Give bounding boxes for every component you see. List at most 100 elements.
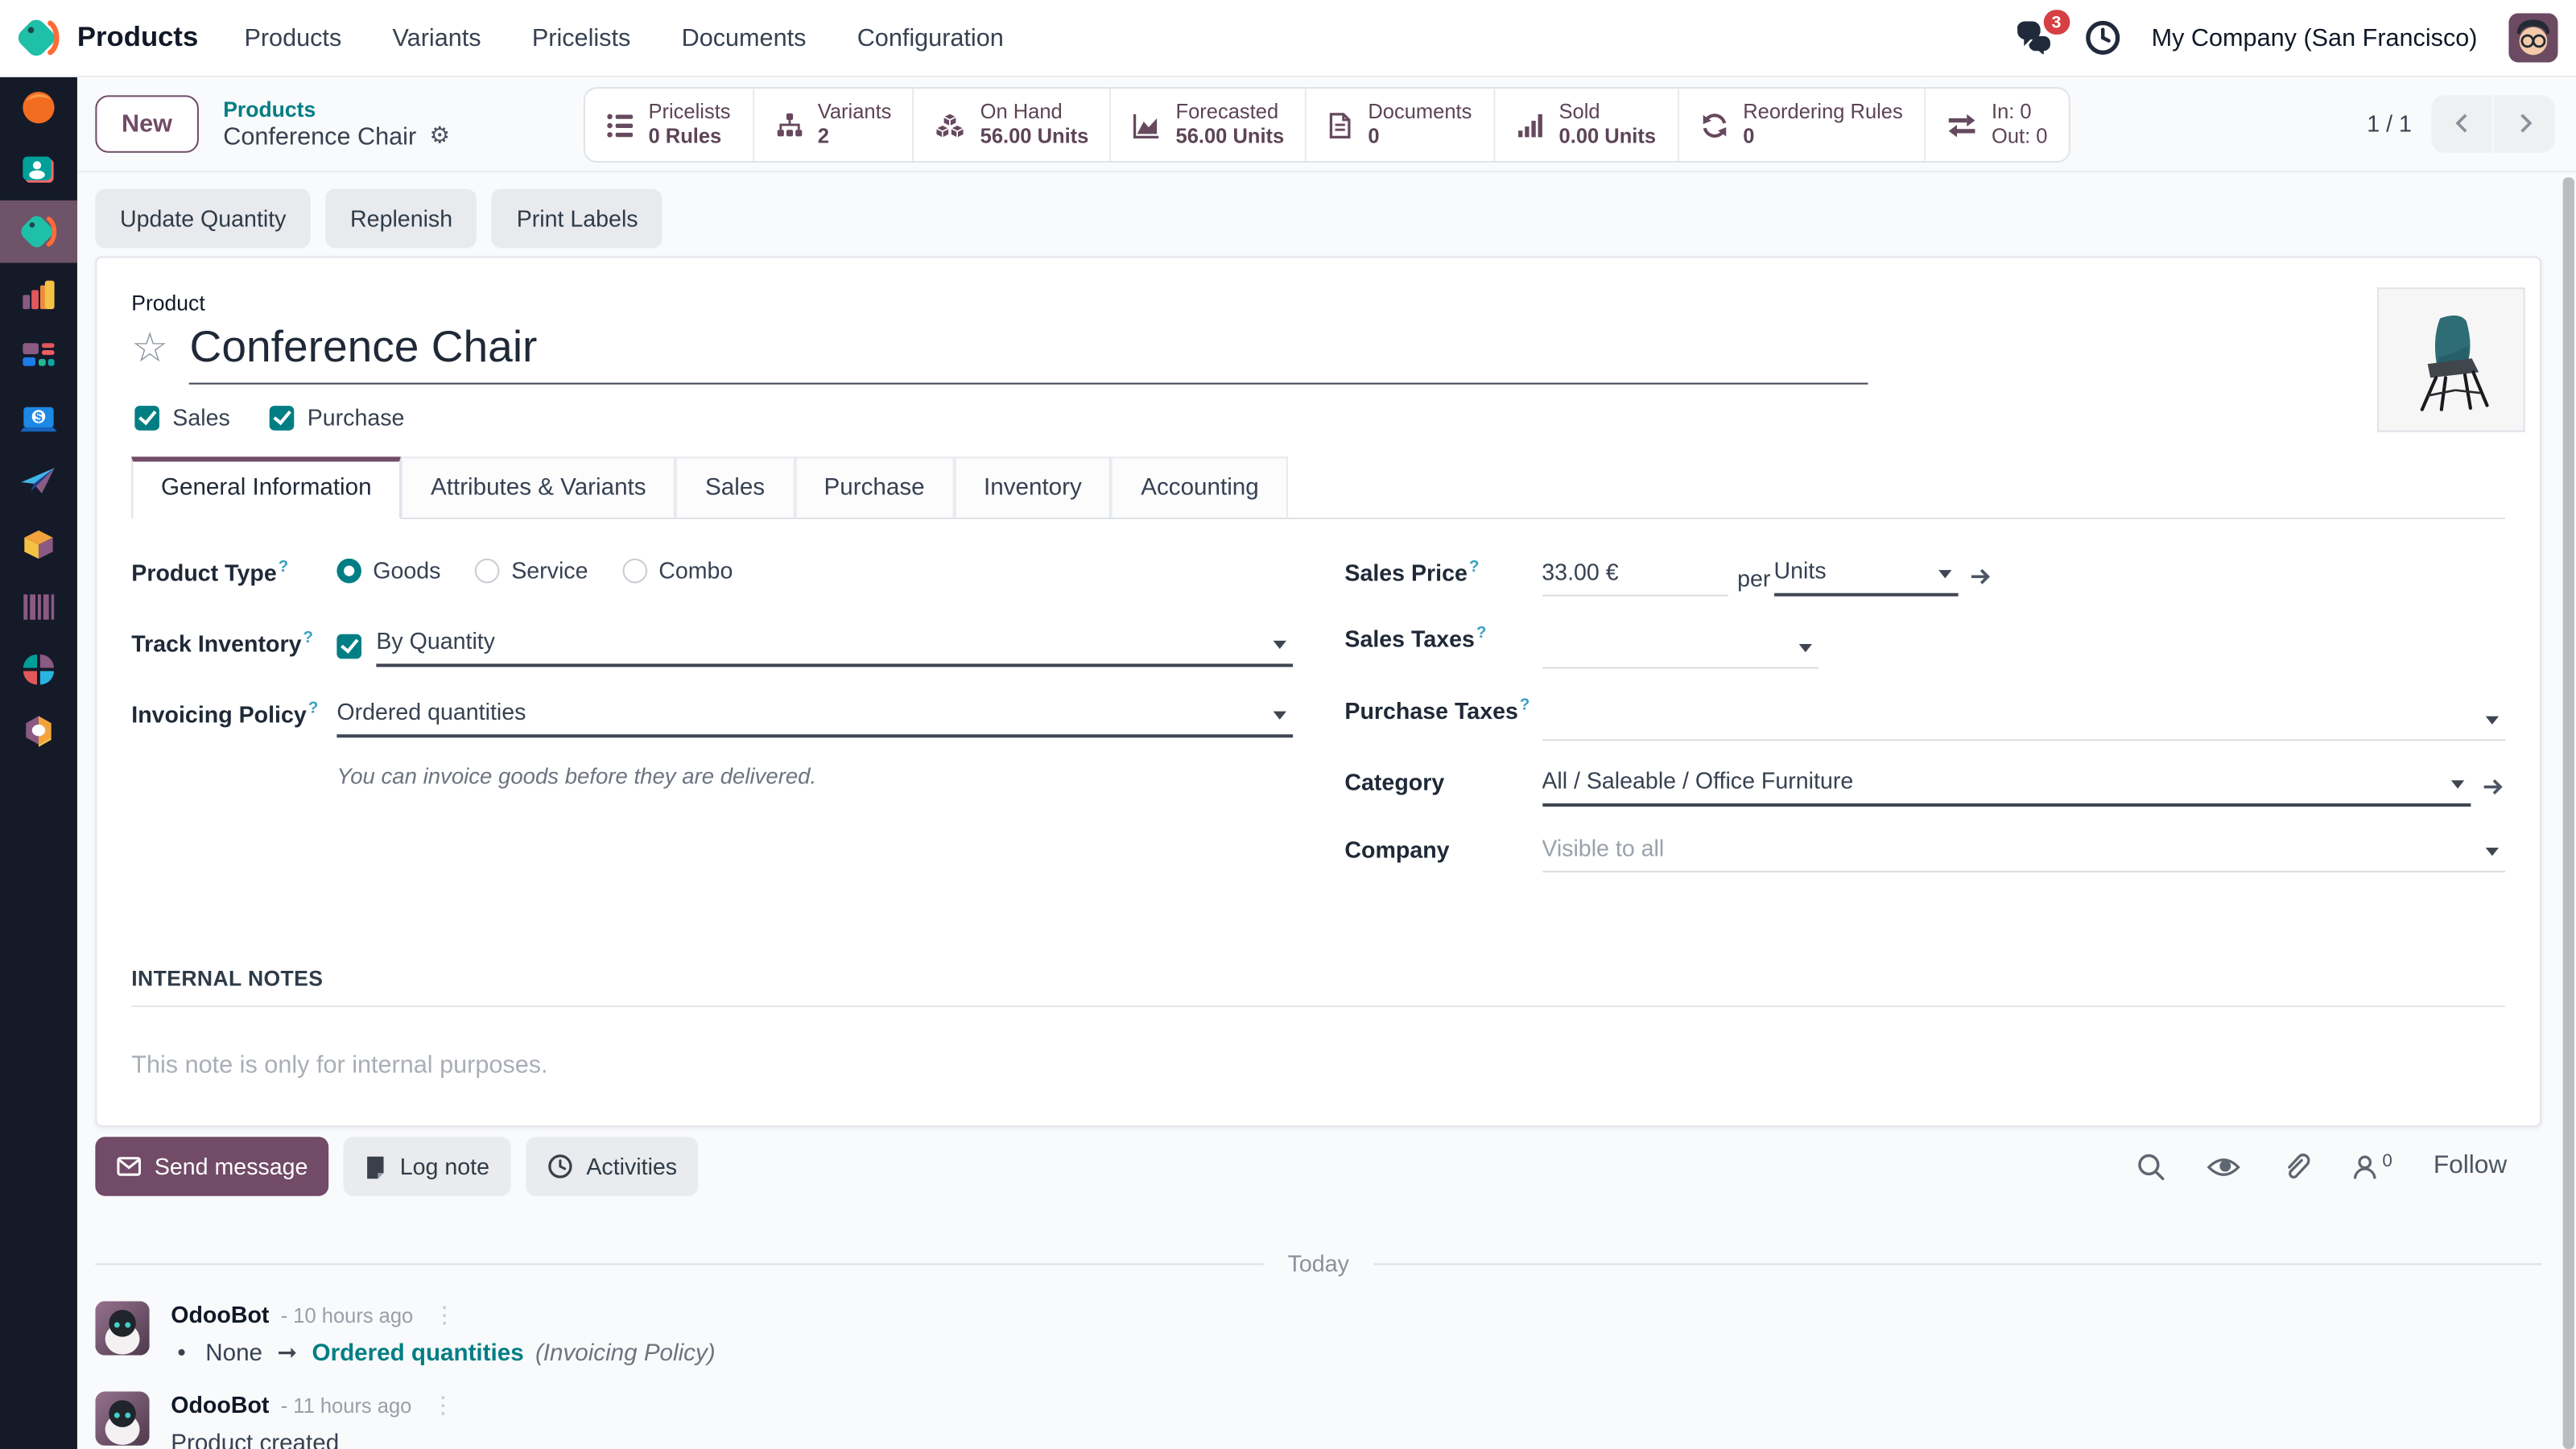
- track-inventory-select[interactable]: By Quantity: [376, 625, 1292, 667]
- pager-next-button[interactable]: [2494, 94, 2555, 151]
- attachments-button[interactable]: [2282, 1152, 2310, 1182]
- purchase-toggle[interactable]: Purchase: [270, 404, 405, 431]
- send-message-button[interactable]: Send message: [95, 1137, 329, 1195]
- tracking-old-value: None: [205, 1340, 262, 1367]
- sales-checkbox[interactable]: [134, 405, 159, 430]
- purchase-taxes-select[interactable]: [1542, 693, 2505, 741]
- sales-toggle[interactable]: Sales: [134, 404, 229, 431]
- product-image[interactable]: [2377, 287, 2525, 432]
- breadcrumb-parent-link[interactable]: Products: [223, 96, 450, 121]
- help-icon[interactable]: ?: [303, 629, 313, 646]
- help-icon[interactable]: ?: [1469, 559, 1479, 576]
- sidebar-app-contacts[interactable]: [0, 138, 77, 200]
- stat-button-reordering-rules[interactable]: Reordering Rules0: [1679, 89, 1926, 161]
- tracking-field-name: (Invoicing Policy): [535, 1340, 716, 1367]
- stat-button-documents[interactable]: Documents0: [1307, 89, 1495, 161]
- print-labels-button[interactable]: Print Labels: [492, 188, 663, 247]
- dashboards-app-icon: [18, 336, 59, 377]
- stat-button-on-hand[interactable]: On Hand56.00 Units: [914, 89, 1112, 161]
- sidebar-app-products-active[interactable]: [0, 200, 77, 263]
- company-select[interactable]: Visible to all: [1542, 833, 2505, 873]
- tab-inventory[interactable]: Inventory: [954, 456, 1111, 518]
- radio-service[interactable]: Service: [475, 557, 588, 584]
- activities-systray-button[interactable]: [2084, 19, 2120, 56]
- log-note-button[interactable]: Log note: [344, 1137, 510, 1195]
- sidebar-app-dashboards[interactable]: [0, 325, 77, 388]
- sidebar-app-barcode[interactable]: [0, 575, 77, 638]
- product-title-input[interactable]: Conference Chair: [190, 320, 1869, 374]
- uom-select[interactable]: Units: [1774, 555, 1959, 597]
- tab-purchase[interactable]: Purchase: [795, 456, 954, 518]
- menu-variants[interactable]: Variants: [393, 24, 481, 52]
- favorite-star-icon[interactable]: ☆: [131, 320, 168, 376]
- help-icon[interactable]: ?: [279, 559, 288, 576]
- sales-taxes-select[interactable]: [1542, 621, 1818, 668]
- radio-combo-input[interactable]: [622, 558, 647, 583]
- update-quantity-button[interactable]: Update Quantity: [95, 188, 311, 247]
- point-of-sale-app-icon: $: [18, 398, 59, 440]
- replenish-button[interactable]: Replenish: [325, 188, 477, 247]
- message-options-icon[interactable]: ⋮: [433, 1302, 456, 1329]
- purchase-taxes-row: Purchase Taxes?: [1344, 693, 2505, 741]
- contacts-app-icon: [18, 149, 59, 190]
- menu-documents[interactable]: Documents: [682, 24, 807, 52]
- radio-goods[interactable]: Goods: [336, 557, 440, 584]
- sales-price-input[interactable]: 33.00 €: [1542, 556, 1728, 596]
- activities-button[interactable]: Activities: [526, 1137, 699, 1195]
- tab-sales[interactable]: Sales: [675, 456, 795, 518]
- message-author[interactable]: OdooBot: [171, 1392, 269, 1418]
- watchers-button[interactable]: [2207, 1154, 2241, 1179]
- internal-notes-placeholder[interactable]: This note is only for internal purposes.: [131, 1051, 2505, 1080]
- user-avatar[interactable]: [2508, 13, 2557, 62]
- exchange-arrows-icon: [1947, 111, 1977, 139]
- sidebar-app-manufacturing[interactable]: [0, 700, 77, 762]
- sidebar-app-email-marketing[interactable]: [0, 450, 77, 513]
- radio-goods-input[interactable]: [336, 558, 361, 583]
- category-internal-link[interactable]: [2483, 774, 2506, 798]
- menu-products[interactable]: Products: [244, 24, 341, 52]
- message-count-badge: 3: [2043, 10, 2069, 35]
- file-icon: [1328, 111, 1353, 139]
- stat-button-in-out[interactable]: In: 0Out: 0: [1926, 89, 2069, 161]
- message-note: OdooBot - 11 hours ago ⋮ Product created: [95, 1392, 2541, 1449]
- search-messages-button[interactable]: [2136, 1152, 2165, 1182]
- pager-previous-button[interactable]: [2431, 94, 2492, 151]
- followers-button[interactable]: 0: [2351, 1153, 2392, 1181]
- messages-button[interactable]: 3: [2013, 22, 2053, 55]
- tab-general-information[interactable]: General Information: [131, 456, 401, 519]
- message-options-icon[interactable]: ⋮: [431, 1393, 455, 1420]
- radio-combo[interactable]: Combo: [622, 557, 733, 584]
- menu-pricelists[interactable]: Pricelists: [532, 24, 630, 52]
- tab-accounting[interactable]: Accounting: [1112, 456, 1289, 518]
- sidebar-app-discuss[interactable]: [0, 76, 77, 138]
- menu-configuration[interactable]: Configuration: [857, 24, 1004, 52]
- message-author[interactable]: OdooBot: [171, 1301, 269, 1327]
- tab-attributes-variants[interactable]: Attributes & Variants: [401, 456, 675, 518]
- follow-button[interactable]: Follow: [2434, 1152, 2507, 1182]
- new-button[interactable]: New: [95, 94, 198, 151]
- sidebar-app-point-of-sale[interactable]: $: [0, 388, 77, 451]
- track-inventory-label: Track Inventory: [131, 630, 301, 656]
- help-icon[interactable]: ?: [1520, 696, 1530, 714]
- invoicing-policy-select[interactable]: Ordered quantities: [336, 696, 1292, 737]
- sidebar-app-analytics[interactable]: [0, 263, 77, 326]
- company-switcher[interactable]: My Company (San Francisco): [2152, 24, 2478, 52]
- vertical-scrollbar[interactable]: [2563, 177, 2574, 1449]
- tracking-new-value[interactable]: Ordered quantities: [312, 1340, 524, 1367]
- stat-button-sold[interactable]: Sold0.00 Units: [1495, 89, 1679, 161]
- stat-button-variants[interactable]: Variants2: [753, 89, 914, 161]
- action-gear-icon[interactable]: ⚙: [429, 123, 450, 150]
- products-app-logo[interactable]: [0, 13, 77, 62]
- stat-button-forecasted[interactable]: Forecasted56.00 Units: [1112, 89, 1307, 161]
- sidebar-app-accounting[interactable]: [0, 638, 77, 700]
- stat-button-pricelists[interactable]: Pricelists0 Rules: [584, 89, 753, 161]
- uom-internal-link[interactable]: [1969, 564, 1992, 588]
- radio-service-input[interactable]: [475, 558, 500, 583]
- category-row: Category All / Saleable / Office Furnitu…: [1344, 766, 2505, 807]
- help-icon[interactable]: ?: [1476, 625, 1486, 642]
- help-icon[interactable]: ?: [308, 700, 318, 717]
- purchase-checkbox[interactable]: [270, 405, 295, 430]
- track-inventory-checkbox[interactable]: [336, 634, 361, 658]
- sidebar-app-inventory[interactable]: [0, 513, 77, 576]
- category-select[interactable]: All / Saleable / Office Furniture: [1542, 766, 2471, 807]
